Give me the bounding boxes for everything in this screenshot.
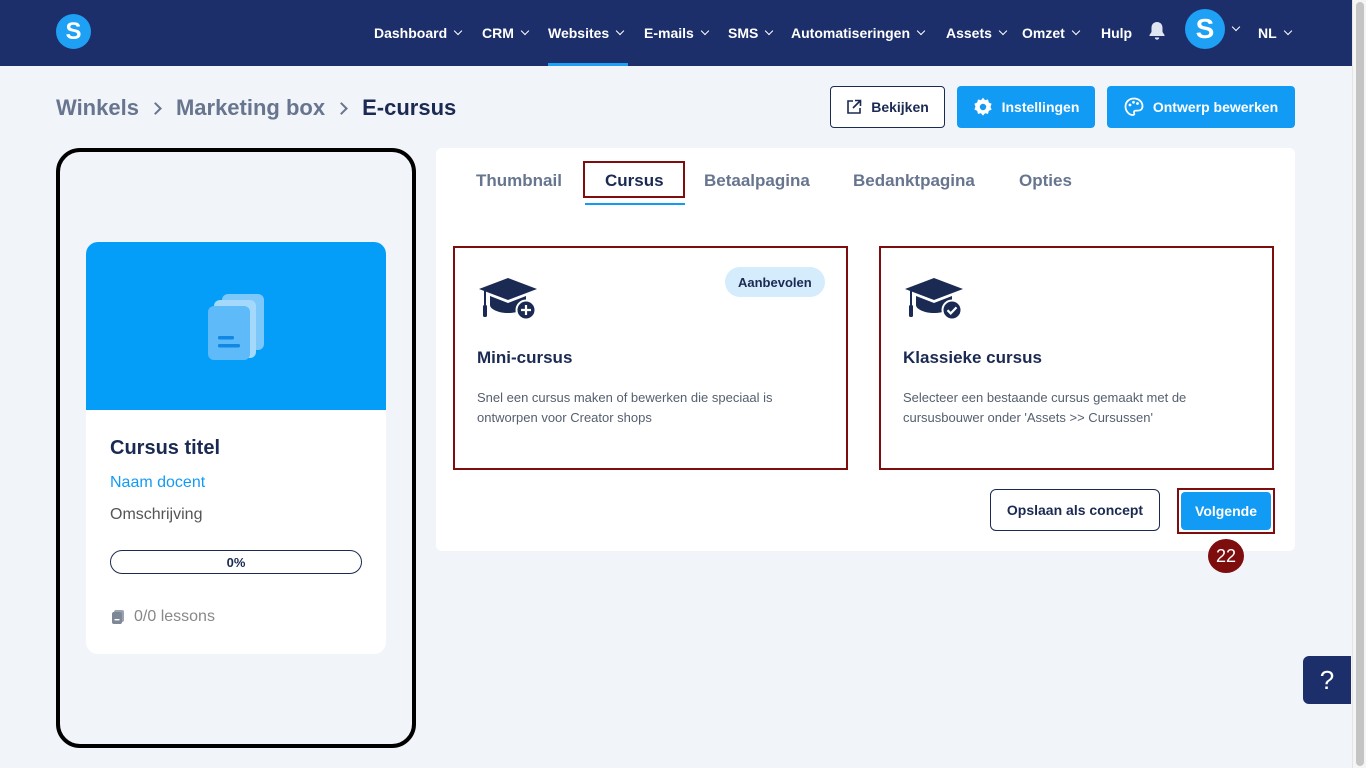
nav-item-websites[interactable]: Websites (548, 0, 628, 66)
graduation-cap-plus-icon (479, 278, 537, 321)
next-button[interactable]: Volgende (1181, 492, 1271, 530)
settings-button-label: Instellingen (1001, 99, 1080, 115)
breadcrumb-link-shops[interactable]: Winkels (56, 95, 139, 121)
chevron-down-icon (700, 26, 710, 36)
lessons-count: 0/0 lessons (110, 608, 215, 626)
course-title: Cursus titel (110, 437, 221, 459)
breadcrumb-current: E-cursus (362, 95, 457, 120)
nav-item-assets[interactable]: Assets (946, 0, 1008, 66)
option-card-mini-course[interactable]: Aanbevolen Mini-cursus Snel een cursus m… (453, 246, 848, 470)
progress-label: 0% (226, 554, 246, 570)
palette-icon (1124, 97, 1144, 117)
option-description: Selecteer een bestaande cursus gemaakt m… (903, 390, 1187, 425)
page-scrollbar[interactable] (1352, 0, 1366, 768)
nav-item-crm[interactable]: CRM (482, 0, 530, 66)
nav-item-label: Dashboard (374, 25, 448, 41)
chevron-down-icon (1283, 26, 1292, 36)
course-thumbnail (86, 242, 386, 410)
chevron-down-icon (453, 26, 463, 36)
course-description: Omschrijving (110, 506, 203, 523)
recommended-badge: Aanbevolen (725, 267, 825, 297)
user-avatar[interactable]: S (1185, 9, 1225, 49)
nav-item-sms[interactable]: SMS (728, 0, 774, 66)
nav-item-label: Omzet (1022, 25, 1065, 41)
active-tab-indicator (585, 203, 685, 205)
save-draft-button[interactable]: Opslaan als concept (990, 489, 1160, 531)
nav-item-automations[interactable]: Automatiseringen (791, 0, 926, 66)
nav-item-label: CRM (482, 25, 514, 41)
settings-button[interactable]: Instellingen (957, 86, 1095, 128)
chevron-right-icon (149, 101, 162, 115)
tab-thank-you-page[interactable]: Bedanktpagina (853, 171, 975, 191)
nav-item-emails[interactable]: E-mails (644, 0, 710, 66)
view-button-label: Bekijken (871, 99, 929, 115)
lessons-icon (110, 609, 126, 625)
option-title: Klassieke cursus (903, 348, 1042, 367)
bell-icon[interactable] (1148, 21, 1166, 41)
chevron-down-icon (916, 26, 926, 36)
nav-item-label: Websites (548, 25, 610, 41)
lessons-label: 0/0 lessons (134, 608, 215, 625)
view-button[interactable]: Bekijken (830, 86, 945, 128)
nav-item-label: Assets (946, 25, 992, 41)
chevron-down-icon (1071, 26, 1081, 36)
progress-bar: 0% (110, 550, 362, 574)
option-description: Snel een cursus maken of bewerken die sp… (477, 390, 773, 425)
tab-thumbnail[interactable]: Thumbnail (476, 171, 562, 191)
step-number-badge: 22 (1208, 539, 1244, 573)
nav-item-revenue[interactable]: Omzet (1022, 0, 1081, 66)
course-preview-card: Cursus titel Naam docent Omschrijving 0%… (86, 242, 386, 654)
nav-item-dashboard[interactable]: Dashboard (374, 0, 463, 66)
nav-item-help[interactable]: Hulp (1101, 0, 1132, 66)
nav-item-label: SMS (728, 25, 759, 41)
course-teacher: Naam docent (110, 474, 206, 491)
gear-icon (973, 97, 993, 117)
highlight-box (583, 161, 685, 198)
chevron-down-icon (520, 26, 530, 36)
help-button[interactable]: ? (1303, 656, 1351, 704)
documents-icon (208, 294, 264, 360)
option-card-classic-course[interactable]: Klassieke cursus Selecteer een bestaande… (879, 246, 1274, 470)
tab-payment-page[interactable]: Betaalpagina (704, 171, 810, 191)
chevron-down-icon (998, 26, 1008, 36)
breadcrumb-link-marketing-box[interactable]: Marketing box (176, 95, 325, 121)
chevron-right-icon (335, 101, 348, 115)
nav-item-label: E-mails (644, 25, 694, 41)
language-label: NL (1258, 25, 1277, 41)
edit-design-button-label: Ontwerp bewerken (1152, 99, 1279, 115)
scrollbar-thumb[interactable] (1356, 2, 1364, 766)
tab-options[interactable]: Opties (1019, 171, 1072, 191)
breadcrumb: Winkels Marketing box E-cursus (56, 94, 456, 122)
edit-design-button[interactable]: Ontwerp bewerken (1107, 86, 1295, 128)
chevron-down-icon (615, 26, 625, 36)
top-navigation-bar: S Dashboard CRM Websites E-mails SMS Aut… (0, 0, 1352, 66)
external-link-icon (846, 99, 862, 115)
language-selector[interactable]: NL (1258, 0, 1292, 66)
chevron-down-icon (765, 26, 774, 36)
graduation-cap-check-icon (905, 278, 963, 321)
nav-item-label: Automatiseringen (791, 25, 911, 41)
nav-item-label: Hulp (1101, 25, 1133, 41)
option-title: Mini-cursus (477, 348, 573, 367)
